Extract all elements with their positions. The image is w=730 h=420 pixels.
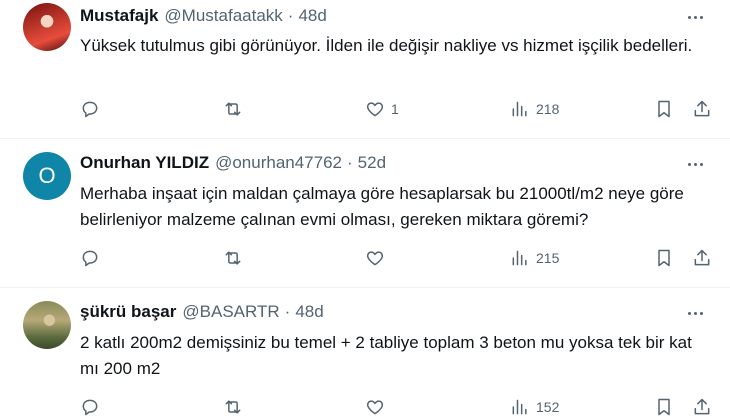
share-button[interactable] [692,246,712,270]
share-button[interactable] [692,395,712,419]
display-name[interactable]: şükrü başar [80,302,176,322]
share-icon [694,249,710,266]
like-button[interactable] [365,395,391,419]
reply-icon [82,399,98,416]
views-chart-icon [512,250,527,266]
views-chart-icon [512,399,527,415]
separator-dot: · [287,6,294,25]
share-icon [694,398,710,415]
more-dots-icon[interactable] [684,302,706,324]
separator-dot: · [284,302,291,321]
tweet-2[interactable]: O Onurhan YILDIZ @onurhan47762 · 52d Mer… [0,139,730,288]
action-bar: 215 [80,246,720,270]
heart-icon [366,251,384,266]
more-dots-icon[interactable] [684,153,706,175]
bookmark-icon [658,249,670,267]
view-count: 215 [536,250,560,266]
reply-button[interactable] [80,246,100,270]
views-button[interactable]: 218 [510,97,559,121]
bookmark-icon [658,100,670,118]
like-button[interactable]: 1 [365,97,399,121]
bookmark-button[interactable] [654,97,674,121]
more-dots-icon[interactable] [684,6,706,28]
retweet-button[interactable] [223,395,243,419]
reply-button[interactable] [80,395,100,419]
retweet-icon [225,400,241,414]
retweet-button[interactable] [223,97,243,121]
heart-icon [366,102,384,117]
timestamp[interactable]: 48d [295,302,323,322]
action-bar: 152 [80,395,720,419]
reply-icon [82,101,98,118]
tweet-header: şükrü başar @BASARTR · 48d [80,302,324,322]
action-bar: 1 218 [80,97,720,121]
retweet-icon [225,251,241,265]
view-count: 218 [536,101,560,117]
avatar[interactable] [23,3,71,51]
user-handle[interactable]: @Mustafaatakk [164,6,282,26]
view-count: 152 [536,399,560,415]
heart-icon [366,400,384,415]
tweet-header: Mustafajk @Mustafaatakk · 48d [80,6,327,26]
timestamp[interactable]: 52d [358,153,386,173]
tweet-text: Yüksek tutulmus gibi görünüyor. İlden il… [80,36,693,55]
tweet-3[interactable]: şükrü başar @BASARTR · 48d 2 katlı 200m2… [0,288,730,420]
avatar[interactable]: O [23,152,71,200]
user-handle[interactable]: @BASARTR [182,302,279,322]
tweet-1[interactable]: Mustafajk @Mustafaatakk · 48d Yüksek tut… [0,0,730,139]
views-chart-icon [512,101,527,117]
display-name[interactable]: Onurhan YILDIZ [80,153,209,173]
tweet-header: Onurhan YILDIZ @onurhan47762 · 52d [80,153,386,173]
retweet-icon [225,102,241,116]
separator-dot: · [347,153,353,172]
bookmark-button[interactable] [654,246,674,270]
views-button[interactable]: 215 [510,246,559,270]
reply-icon [82,250,98,267]
bookmark-icon [658,398,670,416]
share-button[interactable] [692,97,712,121]
display-name[interactable]: Mustafajk [80,6,158,26]
reply-button[interactable] [80,97,100,121]
timestamp[interactable]: 48d [298,6,326,26]
avatar[interactable] [23,301,71,349]
tweet-text: 2 katlı 200m2 demişsiniz bu temel + 2 ta… [80,333,692,378]
tweet-text: Merhaba inşaat için maldan çalmaya göre … [80,184,684,229]
retweet-button[interactable] [223,246,243,270]
views-button[interactable]: 152 [510,395,559,419]
user-handle[interactable]: @onurhan47762 [215,153,342,173]
bookmark-button[interactable] [654,395,674,419]
like-count: 1 [391,101,399,117]
like-button[interactable] [365,246,391,270]
share-icon [694,100,710,117]
